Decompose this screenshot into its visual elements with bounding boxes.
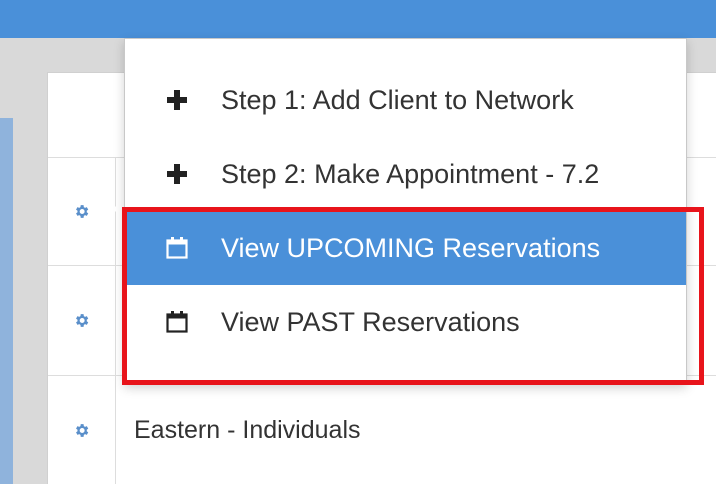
app-screen: Eastern - Individuals Step 1: Add Client…: [0, 0, 716, 484]
left-sidebar-strip: [0, 118, 13, 484]
menu-item-make-appointment[interactable]: Step 2: Make Appointment - 7.2: [125, 137, 686, 211]
row-actions-cell[interactable]: [48, 158, 116, 265]
menu-item-label: Step 1: Add Client to Network: [221, 84, 574, 115]
top-bar: [0, 0, 716, 38]
menu-item-label: Step 2: Make Appointment - 7.2: [221, 158, 600, 189]
table-row-text: Eastern - Individuals: [134, 416, 361, 444]
gear-icon[interactable]: [73, 422, 90, 439]
gear-icon[interactable]: [73, 312, 90, 329]
plus-icon: [165, 87, 189, 113]
row-actions-cell[interactable]: [48, 266, 116, 375]
gear-icon[interactable]: [73, 203, 90, 220]
table-row[interactable]: Eastern - Individuals: [48, 375, 716, 484]
plus-icon: [165, 161, 189, 187]
highlight-annotation: [122, 207, 704, 385]
row-actions-cell[interactable]: [48, 376, 116, 484]
menu-item-add-client[interactable]: Step 1: Add Client to Network: [125, 63, 686, 137]
